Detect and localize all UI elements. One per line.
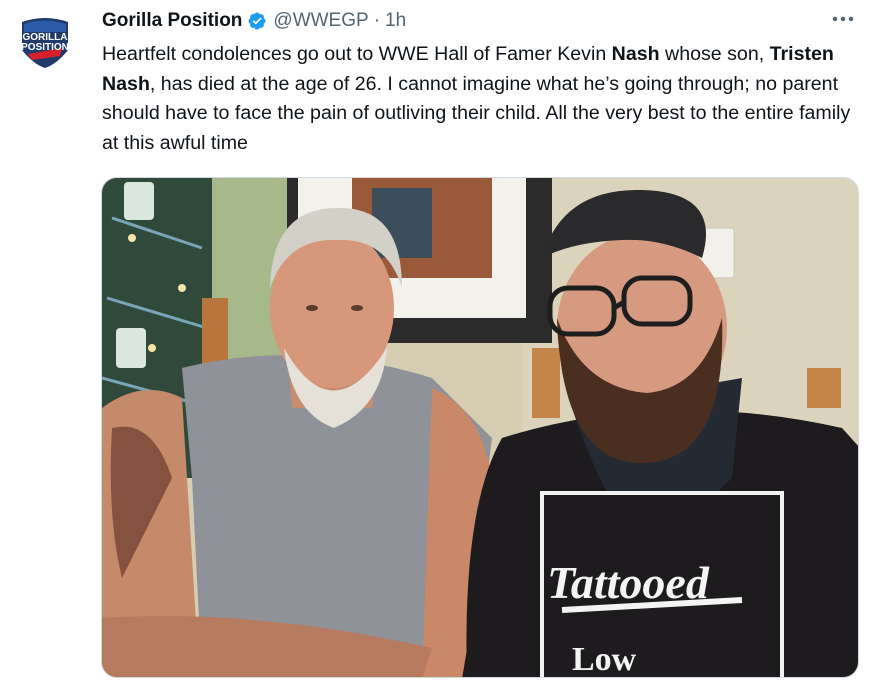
verified-badge-icon: [247, 11, 267, 31]
display-name[interactable]: Gorilla Position: [102, 10, 242, 32]
logo-text-2: POSITION: [21, 42, 69, 53]
tweet-text: Heartfelt condolences go out to WWE Hall…: [102, 40, 862, 158]
avatar[interactable]: GORILLA POSITION: [14, 10, 76, 72]
separator-dot: ·: [373, 10, 381, 31]
tweet-photo[interactable]: Tattooed Low: [101, 177, 859, 678]
tweet-header: Gorilla Position @WWEGP · 1h: [102, 8, 406, 34]
timestamp[interactable]: 1h: [385, 10, 406, 32]
photo-illustration: Tattooed Low: [102, 178, 858, 678]
tweet-text-part-1: Heartfelt condolences go out to WWE Hall…: [102, 43, 612, 65]
tweet-text-part-3: , has died at the age of 26. I cannot im…: [102, 72, 851, 154]
tweet-text-bold-nash: Nash: [611, 43, 660, 65]
tweet-card[interactable]: GORILLA POSITION Gorilla Position @WWEGP…: [0, 0, 874, 690]
more-dots-icon: [832, 16, 854, 22]
more-button[interactable]: [828, 6, 858, 32]
shirt-text-2: Low: [572, 641, 637, 678]
gorilla-position-logo: GORILLA POSITION: [14, 10, 76, 72]
tweet-text-part-2: whose son,: [659, 43, 770, 65]
handle[interactable]: @WWEGP: [273, 10, 368, 32]
